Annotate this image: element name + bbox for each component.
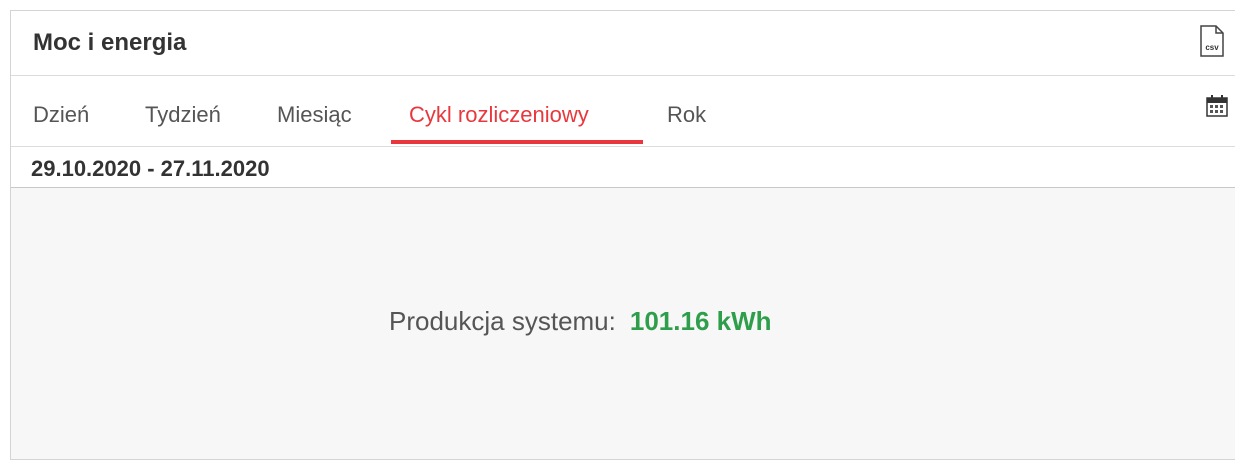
tab-year[interactable]: Rok [667,102,706,128]
panel-title: Moc i energia [33,29,187,56]
panel-header: Moc i energia csv [11,11,1235,76]
energy-panel: Moc i energia csv Dzień Tydzień Miesiąc … [10,10,1235,460]
date-range-row: 29.10.2020 - 27.11.2020 [11,147,1235,188]
content-area: Produkcja systemu: 101.16 kWh [11,188,1235,459]
tab-day[interactable]: Dzień [33,102,89,128]
csv-icon-label: csv [1205,43,1219,52]
tab-billing-cycle[interactable]: Cykl rozliczeniowy [409,102,589,128]
production-value: 101.16 kWh [629,306,772,336]
production-label: Produkcja systemu: [389,306,616,336]
tab-week[interactable]: Tydzień [145,102,221,128]
date-range: 29.10.2020 - 27.11.2020 [31,156,270,181]
period-tabs: Dzień Tydzień Miesiąc Cykl rozliczeniowy… [11,76,1235,147]
tab-month[interactable]: Miesiąc [277,102,352,128]
active-tab-indicator [391,140,643,144]
csv-download-icon[interactable]: csv [1199,25,1225,57]
calendar-icon[interactable] [1205,94,1229,118]
system-production: Produkcja systemu: 101.16 kWh [389,306,772,337]
